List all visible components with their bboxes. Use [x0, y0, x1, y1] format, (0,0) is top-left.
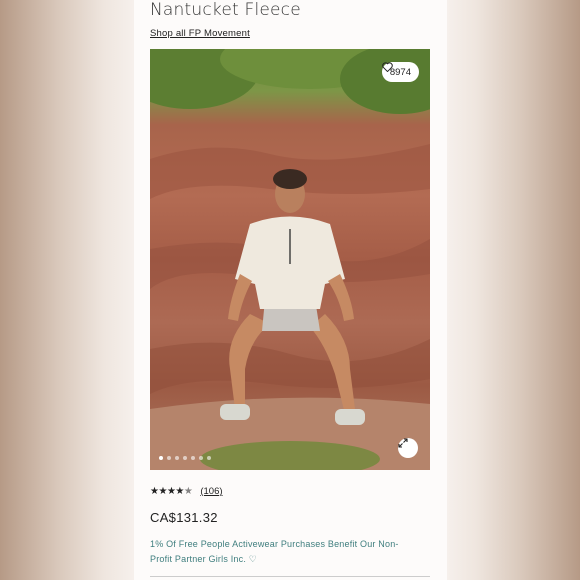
product-image[interactable]: 8974: [150, 49, 430, 470]
like-button[interactable]: 8974: [381, 62, 419, 82]
gallery-dot[interactable]: [167, 456, 171, 460]
expand-image-button[interactable]: [398, 438, 418, 458]
product-price: CA$131.32: [150, 510, 218, 525]
heart-icon: [382, 62, 393, 72]
rating-row: ★★★★★ (106): [150, 486, 223, 497]
expand-icon: [398, 438, 408, 448]
product-card: Nantucket Fleece Shop all FP Movement 89…: [134, 0, 447, 580]
gallery-dot[interactable]: [207, 456, 211, 460]
gallery-dot[interactable]: [199, 456, 203, 460]
like-count: 8974: [389, 66, 411, 78]
gallery-pagination: [159, 456, 211, 460]
star-icon: ★: [175, 486, 184, 497]
product-photo-illustration: [150, 49, 430, 470]
star-rating: ★★★★★: [150, 486, 193, 497]
gallery-dot[interactable]: [183, 456, 187, 460]
gallery-dot[interactable]: [159, 456, 163, 460]
charity-note: 1% Of Free People Activewear Purchases B…: [150, 539, 399, 564]
star-icon: ★: [158, 486, 167, 497]
review-count-link[interactable]: (106): [200, 486, 222, 497]
shop-all-link[interactable]: Shop all FP Movement: [150, 28, 250, 39]
gallery-dot[interactable]: [175, 456, 179, 460]
star-icon: ★: [183, 486, 193, 497]
gallery-dot[interactable]: [191, 456, 195, 460]
product-title: Nantucket Fleece: [150, 0, 301, 20]
divider: [150, 576, 430, 577]
